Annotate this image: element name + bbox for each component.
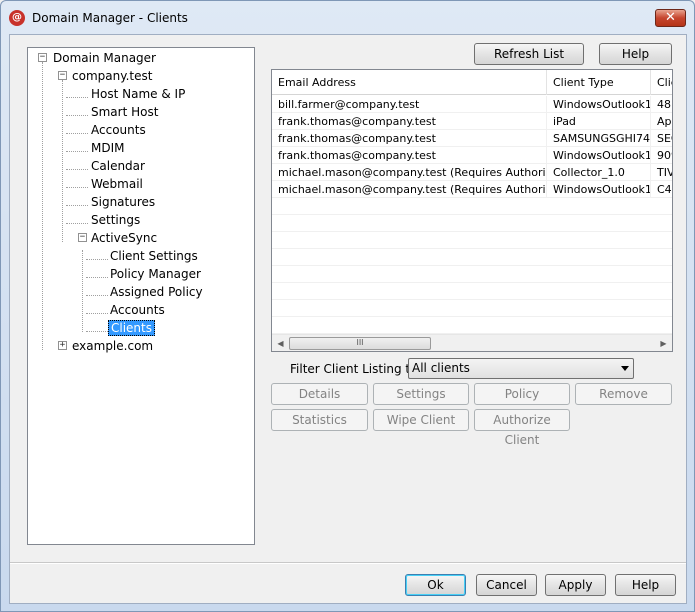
tree-line xyxy=(42,62,43,350)
tree-node-clients[interactable]: Clients xyxy=(108,320,155,336)
apply-button[interactable]: Apply xyxy=(545,574,606,596)
cell-client-type: iPad xyxy=(547,113,651,130)
empty-row xyxy=(272,249,672,266)
refresh-list-button[interactable]: Refresh List xyxy=(474,43,584,65)
tree-node-domain-manager[interactable]: Domain Manager xyxy=(51,50,158,66)
authorize-client-button[interactable]: Authorize Client xyxy=(474,409,570,447)
empty-row xyxy=(272,215,672,232)
table-row[interactable]: frank.thomas@company.test WindowsOutlook… xyxy=(272,147,672,164)
cell-email: frank.thomas@company.test xyxy=(272,147,547,164)
filter-selected-value: All clients xyxy=(412,361,470,375)
tree-node-mdim[interactable]: MDIM xyxy=(89,140,127,156)
cell-client-type: SAMSUNGSGHI747 xyxy=(547,130,651,147)
tree-node-as-accounts[interactable]: Accounts xyxy=(108,302,167,318)
scroll-thumb-grip: III xyxy=(356,338,364,347)
navigation-tree[interactable]: − − − + Domain Manager company.test Host… xyxy=(27,47,255,545)
tree-expand-icon[interactable]: + xyxy=(58,341,67,350)
scroll-thumb[interactable]: III xyxy=(289,337,431,350)
empty-row xyxy=(272,317,672,334)
table-row[interactable]: frank.thomas@company.test iPad App xyxy=(272,113,672,130)
tree-node-policy-manager[interactable]: Policy Manager xyxy=(108,266,203,282)
tree-node-assigned-policy[interactable]: Assigned Policy xyxy=(108,284,205,300)
scroll-left-icon[interactable]: ◀ xyxy=(272,335,289,351)
settings-button[interactable]: Settings xyxy=(373,383,469,405)
empty-row xyxy=(272,266,672,283)
tree-node-signatures[interactable]: Signatures xyxy=(89,194,157,210)
tree-collapse-icon[interactable]: − xyxy=(38,53,47,62)
table-row[interactable]: michael.mason@company.test (Requires Aut… xyxy=(272,181,672,198)
tree-node-calendar[interactable]: Calendar xyxy=(89,158,147,174)
empty-row xyxy=(272,300,672,317)
clients-grid[interactable]: Email Address Client Type Clie bill.farm… xyxy=(271,69,673,352)
footer-divider xyxy=(10,562,686,564)
cell-client-id: TIV xyxy=(651,164,672,181)
empty-row xyxy=(272,232,672,249)
cell-client-id: 48F xyxy=(651,96,672,113)
table-row[interactable]: bill.farmer@company.test WindowsOutlook1… xyxy=(272,96,672,113)
statistics-button[interactable]: Statistics xyxy=(271,409,368,431)
tree-node-activesync[interactable]: ActiveSync xyxy=(89,230,159,246)
dialog-body: − − − + Domain Manager company.test Host… xyxy=(9,34,687,604)
scroll-right-icon[interactable]: ▶ xyxy=(655,335,672,351)
cell-client-type: WindowsOutlook15 xyxy=(547,96,651,113)
details-button[interactable]: Details xyxy=(271,383,368,405)
column-header-client-type[interactable]: Client Type xyxy=(547,70,651,95)
empty-row xyxy=(272,198,672,215)
cell-email: frank.thomas@company.test xyxy=(272,113,547,130)
column-header-client-id[interactable]: Clie xyxy=(651,70,672,95)
cell-client-type: WindowsOutlook15 xyxy=(547,181,651,198)
tree-collapse-icon[interactable]: − xyxy=(78,233,87,242)
tree-node-smart-host[interactable]: Smart Host xyxy=(89,104,160,120)
tree-node-webmail[interactable]: Webmail xyxy=(89,176,145,192)
wipe-client-button[interactable]: Wipe Client xyxy=(373,409,469,431)
tree-node-host-name[interactable]: Host Name & IP xyxy=(89,86,187,102)
close-icon: ✕ xyxy=(665,10,676,25)
empty-row xyxy=(272,283,672,300)
column-header-email[interactable]: Email Address xyxy=(272,70,547,95)
ok-button[interactable]: Ok xyxy=(405,574,466,596)
grid-header: Email Address Client Type Clie xyxy=(272,70,672,95)
cell-client-type: Collector_1.0 xyxy=(547,164,651,181)
window-title: Domain Manager - Clients xyxy=(32,11,188,25)
tree-node-accounts[interactable]: Accounts xyxy=(89,122,148,138)
help-top-button[interactable]: Help xyxy=(599,43,672,65)
cell-email: frank.thomas@company.test xyxy=(272,130,547,147)
tree-node-settings[interactable]: Settings xyxy=(89,212,142,228)
tree-node-client-settings[interactable]: Client Settings xyxy=(108,248,200,264)
cell-client-id: C44 xyxy=(651,181,672,198)
chevron-down-icon xyxy=(621,366,629,371)
cell-client-type: WindowsOutlook15 xyxy=(547,147,651,164)
tree-line xyxy=(62,80,63,242)
cancel-button[interactable]: Cancel xyxy=(476,574,537,596)
cell-email: michael.mason@company.test (Requires Aut… xyxy=(272,181,547,198)
policy-button[interactable]: Policy xyxy=(474,383,570,405)
horizontal-scrollbar[interactable]: ◀ III ▶ xyxy=(272,334,672,351)
cell-client-id: App xyxy=(651,113,672,130)
cell-email: bill.farmer@company.test xyxy=(272,96,547,113)
close-button[interactable]: ✕ xyxy=(655,9,686,27)
remove-button[interactable]: Remove xyxy=(575,383,672,405)
tree-line xyxy=(82,250,83,332)
cell-client-id: 909 xyxy=(651,147,672,164)
help-button[interactable]: Help xyxy=(615,574,676,596)
title-bar[interactable]: @ Domain Manager - Clients ✕ xyxy=(1,1,694,33)
dialog-window: @ Domain Manager - Clients ✕ − − − + Dom… xyxy=(0,0,695,612)
tree-node-example-com[interactable]: example.com xyxy=(70,338,155,354)
app-icon: @ xyxy=(9,10,25,26)
tree-node-company-test[interactable]: company.test xyxy=(70,68,154,84)
table-row[interactable]: frank.thomas@company.test SAMSUNGSGHI747… xyxy=(272,130,672,147)
cell-email: michael.mason@company.test (Requires Aut… xyxy=(272,164,547,181)
filter-select[interactable]: All clients xyxy=(408,358,634,379)
cell-client-id: SEC xyxy=(651,130,672,147)
table-row[interactable]: michael.mason@company.test (Requires Aut… xyxy=(272,164,672,181)
tree-collapse-icon[interactable]: − xyxy=(58,71,67,80)
